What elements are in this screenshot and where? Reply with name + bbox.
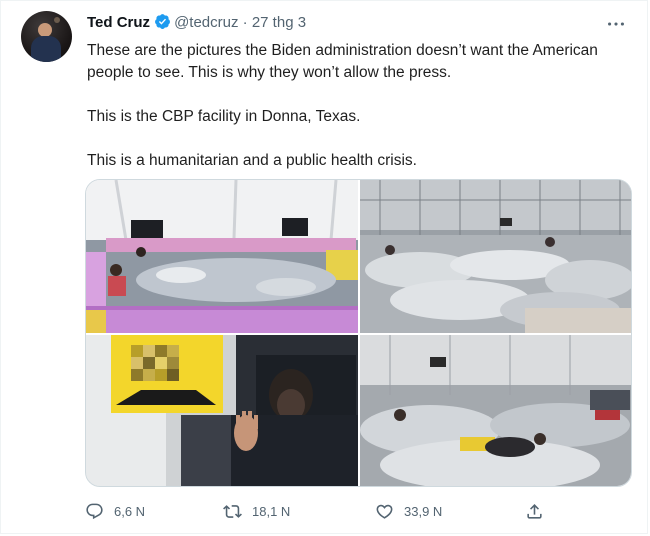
tweet-date[interactable]: 27 thg 3	[252, 14, 306, 31]
reply-count: 6,6 N	[114, 503, 146, 519]
avatar[interactable]	[21, 11, 72, 62]
author-name[interactable]: Ted Cruz	[87, 14, 150, 31]
like-count: 33,9 N	[404, 503, 443, 519]
tweet-text: These are the pictures the Biden adminis…	[87, 40, 632, 172]
like-button[interactable]: 33,9 N	[375, 499, 442, 523]
photo-3[interactable]	[86, 335, 358, 486]
share-button[interactable]	[525, 499, 554, 523]
photo-1[interactable]	[86, 180, 358, 333]
reply-button[interactable]: 6,6 N	[85, 499, 145, 523]
photo-2[interactable]	[360, 180, 631, 333]
more-dots-icon[interactable]	[605, 13, 627, 35]
tweet-paragraph: This is a humanitarian and a public heal…	[87, 152, 417, 169]
tweet-paragraph: This is the CBP facility in Donna, Texas…	[87, 108, 361, 125]
action-bar: 6,6 N 18,1 N 33,9 N	[85, 499, 555, 523]
tweet-paragraph: These are the pictures the Biden adminis…	[87, 42, 598, 81]
tweet-card[interactable]: Ted Cruz @tedcruz · 27 thg 3 These are th…	[0, 0, 648, 534]
retweet-icon	[223, 504, 242, 518]
share-icon	[527, 503, 542, 519]
author-handle[interactable]: @tedcruz	[174, 14, 238, 31]
retweet-button[interactable]: 18,1 N	[223, 499, 290, 523]
media-grid	[85, 179, 632, 487]
tweet-header: Ted Cruz @tedcruz · 27 thg 3	[87, 13, 306, 33]
separator-dot: ·	[242, 14, 248, 31]
photo-4[interactable]	[360, 335, 631, 486]
verified-badge-icon	[154, 13, 171, 30]
heart-icon	[376, 504, 393, 519]
reply-icon	[86, 503, 103, 519]
retweet-count: 18,1 N	[252, 503, 291, 519]
